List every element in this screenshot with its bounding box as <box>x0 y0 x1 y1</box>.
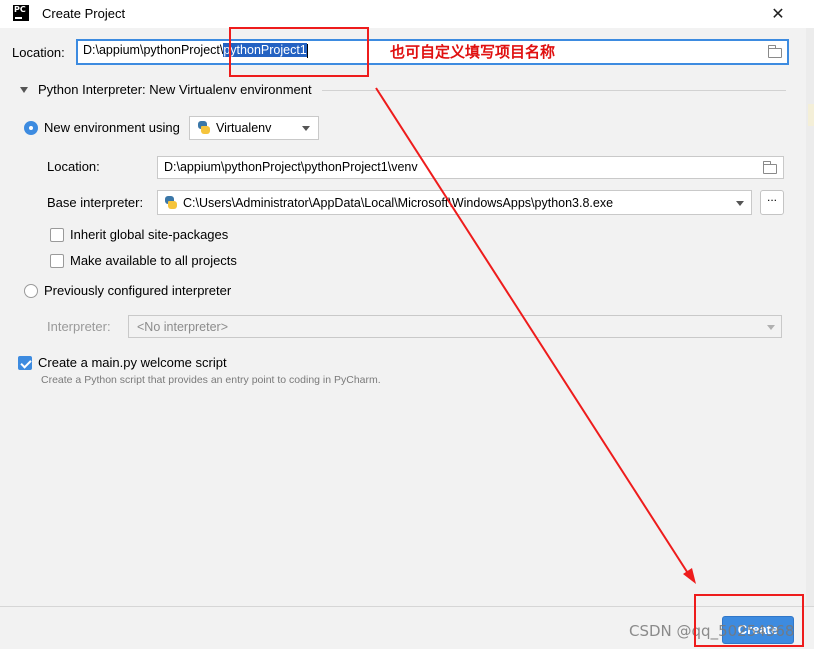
annotation-arrow <box>375 87 696 584</box>
